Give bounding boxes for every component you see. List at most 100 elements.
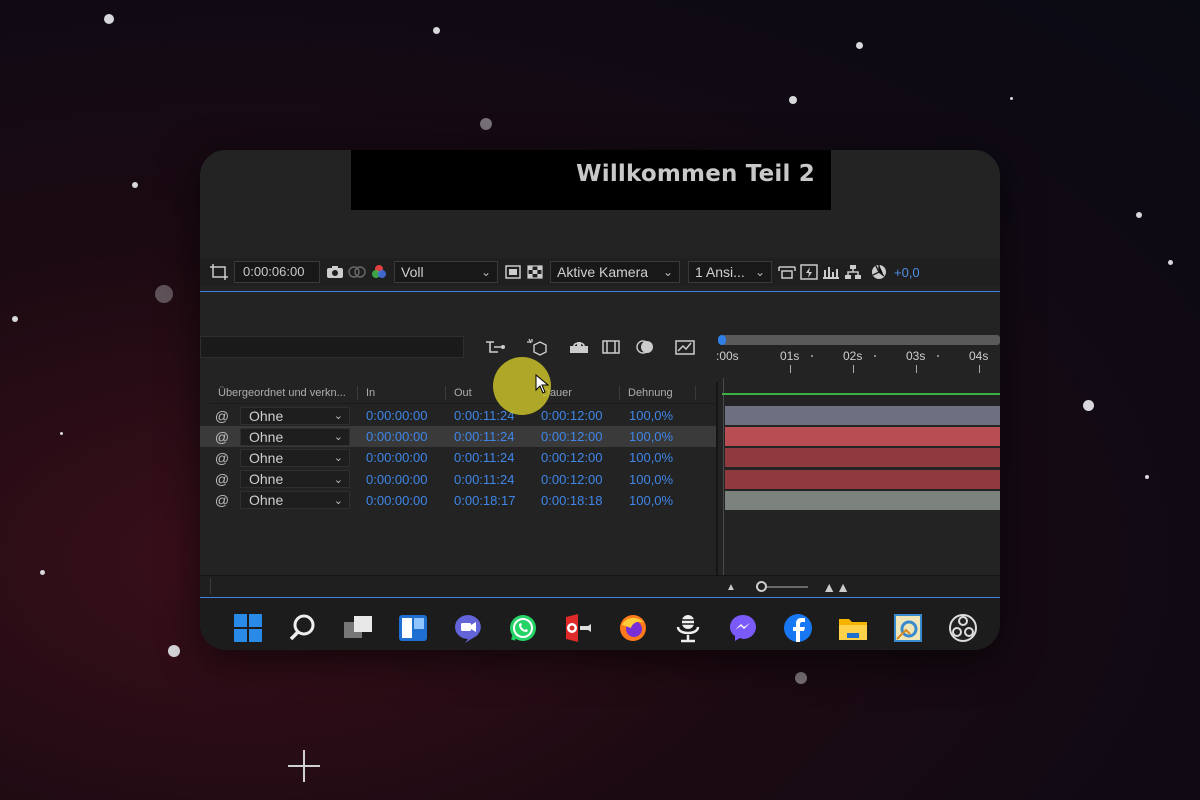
obs-studio-icon[interactable]	[947, 612, 979, 644]
podcast-mic-icon[interactable]	[672, 612, 704, 644]
pick-whip-icon[interactable]: @	[200, 471, 230, 487]
out-point[interactable]: 0:00:11:24	[454, 429, 514, 444]
messenger-icon[interactable]	[727, 612, 759, 644]
windows-taskbar	[200, 598, 1000, 650]
color-channels-icon[interactable]	[368, 262, 390, 282]
image-app-icon[interactable]	[892, 612, 924, 644]
flowchart-icon[interactable]	[842, 262, 864, 282]
in-point[interactable]: 0:00:00:00	[366, 472, 427, 487]
resolution-dropdown[interactable]: Voll ⌄	[394, 261, 498, 283]
show-snapshot-icon[interactable]	[346, 262, 368, 282]
stretch-value[interactable]: 100,0%	[629, 493, 673, 508]
duration-value[interactable]: 0:00:12:00	[541, 408, 602, 423]
whatsapp-icon[interactable]	[507, 612, 539, 644]
layer-duration-bar[interactable]	[725, 406, 1000, 425]
teams-chat-icon[interactable]	[452, 612, 484, 644]
layer-row[interactable]: @ Ohne ⌄ 0:00:00:00 0:00:11:24 0:00:12:00 100,…	[200, 469, 716, 490]
layer-row[interactable]: @ Ohne ⌄ 0:00:00:00 0:00:11:24 0:00:12:00 100,…	[200, 426, 716, 448]
parent-dropdown[interactable]: Ohne ⌄	[240, 491, 350, 510]
playhead-handle[interactable]	[718, 335, 726, 345]
out-point[interactable]: 0:00:11:24	[454, 450, 514, 465]
layer-duration-bar[interactable]	[725, 469, 1000, 489]
background-star	[789, 96, 797, 104]
layer-duration-bar[interactable]	[725, 490, 1000, 510]
layer-row[interactable]: @ Ohne ⌄ 0:00:00:00 0:00:11:24 0:00:12:00 100,…	[200, 405, 716, 426]
graph-editor-icon[interactable]	[672, 336, 698, 358]
views-dropdown[interactable]: 1 Ansi... ⌄	[688, 261, 772, 283]
pick-whip-icon[interactable]: @	[200, 408, 230, 424]
layer-duration-bar[interactable]	[725, 427, 1000, 447]
stretch-value[interactable]: 100,0%	[629, 408, 673, 423]
stretch-value[interactable]: 100,0%	[629, 450, 673, 465]
background-star	[795, 672, 807, 684]
ruler-tick	[853, 365, 854, 373]
layer-search-input[interactable]	[200, 336, 464, 358]
exposure-value[interactable]: +0,0	[894, 265, 920, 280]
shy-layers-icon[interactable]	[566, 336, 592, 358]
in-point[interactable]: 0:00:00:00	[366, 493, 427, 508]
stretch-value[interactable]: 100,0%	[629, 472, 673, 487]
pick-whip-icon[interactable]: @	[200, 492, 230, 508]
widgets-icon[interactable]	[397, 612, 429, 644]
column-in[interactable]: In	[358, 385, 446, 400]
task-view-icon[interactable]	[342, 612, 374, 644]
timeline-divider	[716, 382, 718, 598]
column-parent[interactable]: Übergeordnet und verkn...	[210, 385, 358, 400]
firefox-icon[interactable]	[617, 612, 649, 644]
duration-value[interactable]: 0:00:12:00	[541, 429, 602, 444]
motion-blur-icon[interactable]	[632, 336, 658, 358]
timeline-zoom-control: ▲ ▲▲	[720, 576, 850, 598]
facebook-icon[interactable]	[782, 612, 814, 644]
duration-value[interactable]: 0:00:12:00	[541, 450, 602, 465]
column-stretch[interactable]: Dehnung	[620, 385, 696, 400]
timeline-icon[interactable]	[820, 262, 842, 282]
region-of-interest-icon[interactable]	[208, 262, 230, 282]
snapshot-camera-icon[interactable]	[324, 262, 346, 282]
windows-start-icon[interactable]	[232, 612, 264, 644]
ruler-label: 03s	[906, 349, 926, 363]
frame-blending-icon[interactable]	[598, 336, 624, 358]
layer-row[interactable]: @ Ohne ⌄ 0:00:00:00 0:00:18:17 0:00:18:18 100,…	[200, 490, 716, 511]
screen-recorder-icon[interactable]	[562, 612, 594, 644]
in-point[interactable]: 0:00:00:00	[366, 429, 427, 444]
work-area-bar[interactable]	[721, 335, 1000, 345]
background-star	[1083, 400, 1094, 411]
file-explorer-icon[interactable]	[837, 612, 869, 644]
parent-dropdown[interactable]: Ohne ⌄	[240, 448, 350, 467]
pick-whip-icon[interactable]: @	[200, 429, 230, 445]
stretch-value[interactable]: 100,0%	[629, 429, 673, 444]
duration-value[interactable]: 0:00:18:18	[541, 493, 602, 508]
parent-link-icon[interactable]	[482, 336, 508, 358]
parent-dropdown[interactable]: Ohne ⌄	[240, 427, 350, 446]
duration-value[interactable]: 0:00:12:00	[541, 472, 602, 487]
search-icon[interactable]	[287, 612, 319, 644]
fast-previews-icon[interactable]	[798, 262, 820, 282]
camera-dropdown[interactable]: Aktive Kamera ⌄	[550, 261, 680, 283]
current-time-field[interactable]: 0:00:06:00	[234, 261, 320, 283]
pick-whip-icon[interactable]: @	[200, 450, 230, 466]
in-point[interactable]: 0:00:00:00	[366, 408, 427, 423]
region-toggle-icon[interactable]	[502, 262, 524, 282]
chevron-down-icon: ⌄	[333, 473, 343, 486]
layer-scrollbar[interactable]	[210, 578, 716, 594]
ruler-tick	[916, 365, 917, 373]
transparency-grid-icon[interactable]	[524, 262, 546, 282]
ruler-dot	[874, 355, 876, 357]
out-point[interactable]: 0:00:18:17	[454, 493, 515, 508]
zoom-in-icon[interactable]: ▲▲	[822, 579, 850, 595]
layer-duration-bar[interactable]	[725, 448, 1000, 468]
sparkle-decoration	[288, 750, 320, 782]
parent-dropdown[interactable]: Ohne ⌄	[240, 470, 350, 489]
reset-exposure-icon[interactable]	[868, 262, 890, 282]
out-point[interactable]: 0:00:11:24	[454, 472, 514, 487]
draft-3d-icon[interactable]	[524, 336, 550, 358]
layer-row[interactable]: @ Ohne ⌄ 0:00:00:00 0:00:11:24 0:00:12:00 100,…	[200, 447, 716, 468]
in-point[interactable]: 0:00:00:00	[366, 450, 427, 465]
parent-dropdown[interactable]: Ohne ⌄	[240, 406, 350, 425]
ruler-tick	[979, 365, 980, 373]
toggle-pixel-aspect-icon[interactable]	[776, 262, 798, 282]
zoom-slider[interactable]	[755, 581, 809, 592]
zoom-out-icon[interactable]: ▲	[726, 582, 736, 593]
zoom-slider-handle[interactable]	[755, 581, 767, 592]
viewer-toolbar: 0:00:06:00 Voll ⌄ Aktive Kamera ⌄ 1 Ansi…	[200, 258, 1000, 286]
